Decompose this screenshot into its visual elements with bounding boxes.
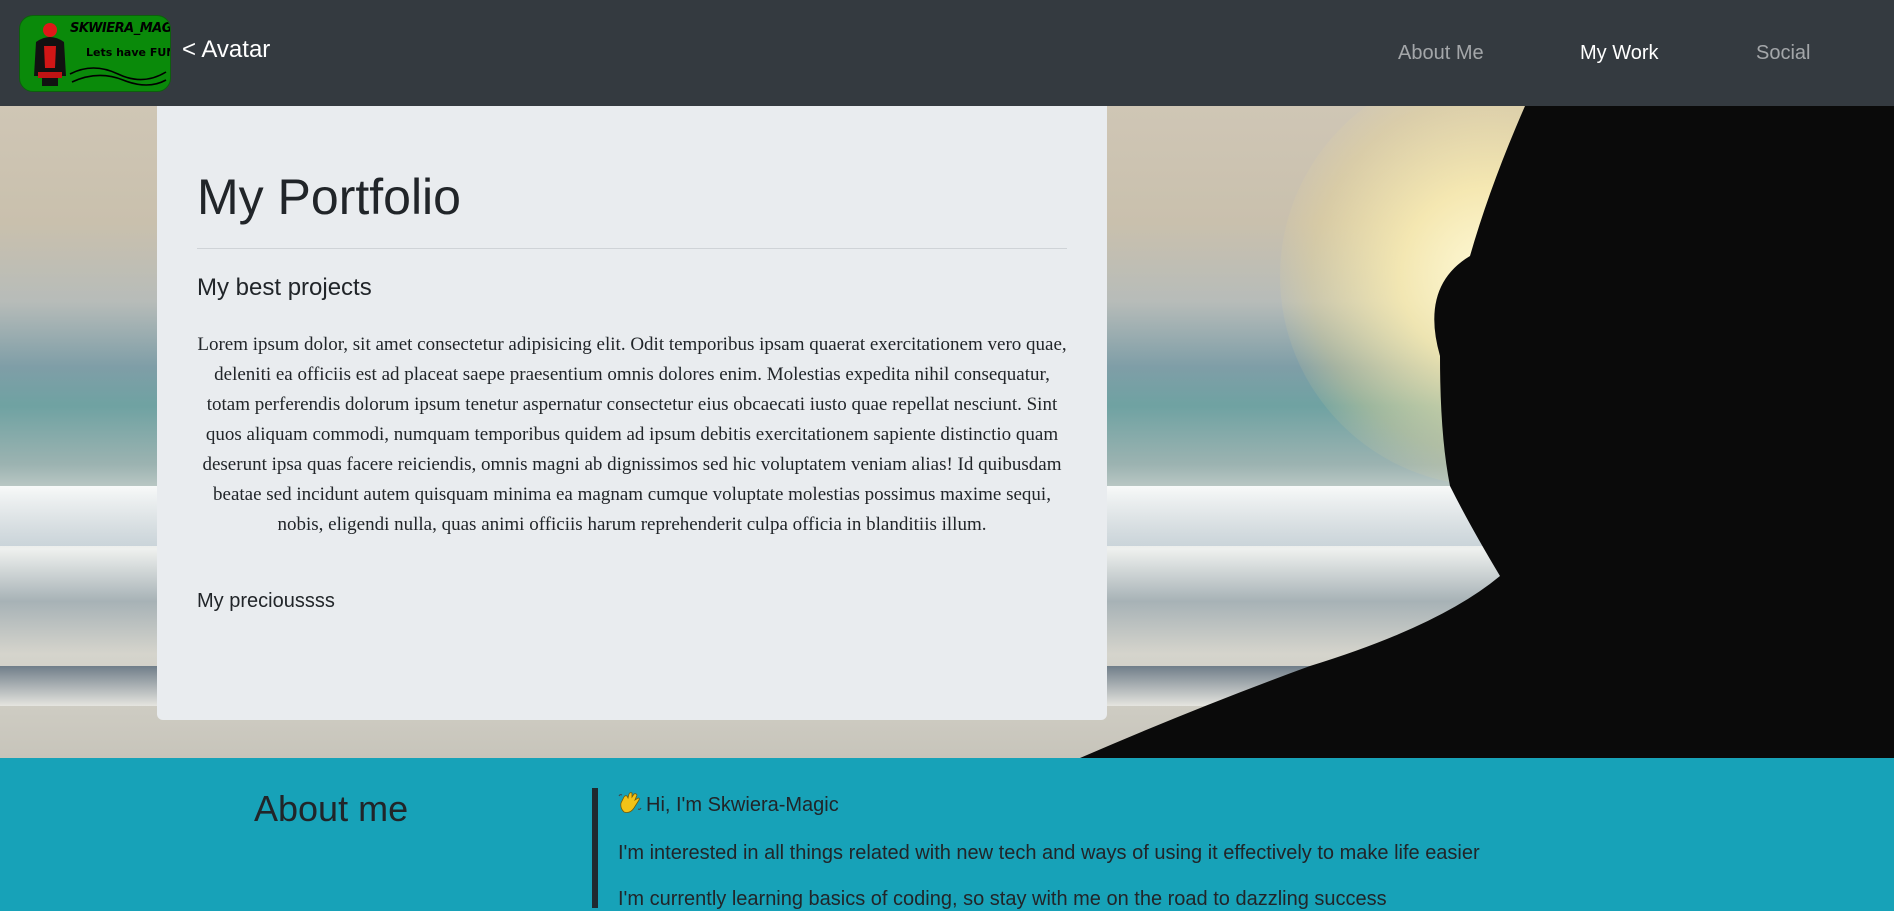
about-greeting-text: Hi, I'm Skwiera-Magic <box>646 794 839 816</box>
about-heading: About me <box>254 788 409 829</box>
portfolio-card: My Portfolio My best projects Lorem ipsu… <box>157 106 1107 720</box>
logo-title: SKWIERA_MAGIC <box>70 21 171 36</box>
hero-section: My Portfolio My best projects Lorem ipsu… <box>0 106 1894 758</box>
about-learning-text: I'm currently learning basics of coding,… <box>618 888 1387 910</box>
navbar: SKWIERA_MAGIC Lets have FUN < Avatar Abo… <box>0 0 1894 106</box>
nav-my-work[interactable]: My Work <box>1580 42 1659 65</box>
about-divider-bar <box>592 788 598 908</box>
about-greeting: Hi, I'm Skwiera-Magic <box>618 792 839 817</box>
waving-hand-icon <box>618 792 642 813</box>
portfolio-footer-text: My precioussss <box>197 590 335 612</box>
portfolio-description: Lorem ipsum dolor, sit amet consectetur … <box>197 334 1067 535</box>
logo-subtitle: Lets have FUN <box>86 46 171 59</box>
nav-social[interactable]: Social <box>1756 42 1810 65</box>
about-interest-text: I'm interested in all things related wit… <box>618 842 1480 864</box>
nav-about-me[interactable]: About Me <box>1398 42 1484 65</box>
swirl-decoration <box>69 67 167 86</box>
logo-image[interactable]: SKWIERA_MAGIC Lets have FUN <box>19 15 171 92</box>
avatar-back-link[interactable]: < Avatar <box>182 36 270 64</box>
page-title: My Portfolio <box>197 169 461 225</box>
portfolio-subtitle: My best projects <box>197 274 372 301</box>
divider <box>197 248 1067 249</box>
about-section: About me Hi, I'm Skwiera-Magic I'm inter… <box>0 758 1894 910</box>
